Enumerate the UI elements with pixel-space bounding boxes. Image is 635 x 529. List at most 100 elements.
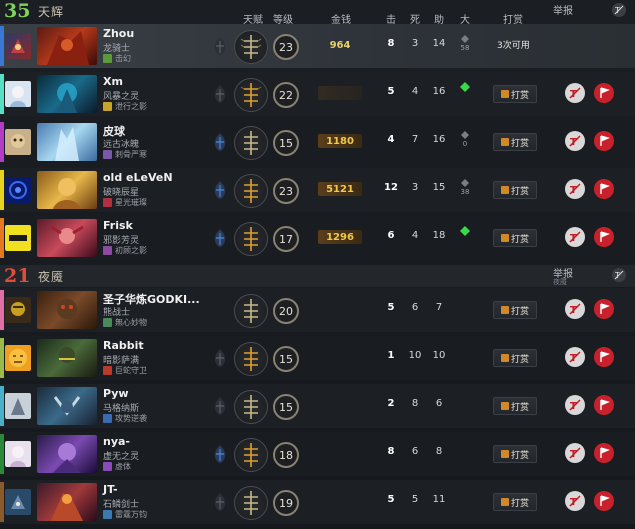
tip-button[interactable]: 打赏 (493, 181, 537, 199)
player-name: Frisk (103, 219, 133, 232)
player-row-frisk[interactable]: Frisk 邪影芳灵 初顾之影 17 1296 6 4 18 打赏 T (0, 216, 635, 260)
talent-tree-icon[interactable] (234, 174, 268, 208)
talent-sm-icon (214, 493, 226, 511)
facet: 巨蛇守卫 (103, 365, 147, 376)
avatar (5, 33, 31, 59)
tip-icon (500, 234, 509, 242)
player-color-bar (0, 434, 4, 474)
tip-button[interactable]: 打赏 (493, 301, 537, 319)
talent-tree-icon[interactable] (234, 126, 268, 160)
tip-label: 打赏 (510, 234, 529, 245)
tip-icon (500, 450, 509, 458)
kills-value: 8 (387, 446, 395, 457)
facet-name: 泄行之影 (115, 102, 147, 111)
ultimate-status (458, 226, 472, 250)
tip-button[interactable]: 打赏 (493, 397, 537, 415)
player-row-godki[interactable]: 圣子华炼GODKI... 熊战士 無心妙物 20 5 6 7 打赏 T (0, 288, 635, 332)
mute-player-button[interactable]: T (565, 83, 585, 103)
deaths-value: 3 (411, 38, 419, 49)
talent-tree-icon[interactable] (234, 486, 268, 520)
report-player-button[interactable] (594, 443, 614, 463)
player-row-pyw[interactable]: Pyw 马格纳斯 攻势逆袭 15 2 8 6 打赏 T (0, 384, 635, 428)
report-player-button[interactable] (594, 347, 614, 367)
tip-button[interactable]: 打赏 (493, 133, 537, 151)
kills-value: 5 (387, 86, 395, 97)
gold-value: 1296 (318, 230, 362, 244)
facet: 攻势逆袭 (103, 413, 147, 424)
player-color-bar (0, 26, 4, 66)
report-player-button[interactable] (594, 179, 614, 199)
mute-player-button[interactable]: T (565, 299, 585, 319)
talent-sm-icon (214, 445, 226, 463)
player-row-nya[interactable]: nya- 虚无之灵 虚体 18 8 6 8 打赏 T (0, 432, 635, 476)
mute-all-dire-icon[interactable]: T (612, 268, 626, 282)
player-row-xm[interactable]: Xm 风暴之灵 泄行之影 22 5 4 16 打赏 T (0, 72, 635, 116)
report-player-button[interactable] (594, 83, 614, 103)
talent-sm-icon (214, 181, 226, 199)
facet-name: 攻势逆袭 (115, 414, 147, 423)
tip-button[interactable]: 打赏 (493, 229, 537, 247)
scoreboard: 35 天辉 天赋 等级 金钱 击 死 助 大 打赏 举报 T Zhou 龙骑士 … (0, 0, 635, 529)
hero-portrait (37, 27, 97, 65)
ultimate-cooldown: 0 (462, 140, 468, 148)
tip-label: 打赏 (510, 90, 529, 101)
hero-portrait (37, 75, 97, 113)
facet-name: 刺骨严寒 (115, 150, 147, 159)
mute-player-button[interactable]: T (565, 395, 585, 415)
assists-value: 15 (432, 182, 446, 193)
player-row-rabbit[interactable]: Rabbit 暗影萨满 巨蛇守卫 15 1 10 10 打赏 T (0, 336, 635, 380)
ultimate-cooldown: 38 (460, 188, 470, 196)
report-header: 举报 (553, 6, 573, 17)
mute-player-button[interactable]: T (565, 227, 585, 247)
hero-portrait (37, 219, 97, 257)
tip-icon (500, 138, 509, 146)
mute-player-button[interactable]: T (565, 491, 585, 511)
facet: 刺骨严寒 (103, 149, 147, 160)
level-badge: 23 (273, 34, 299, 60)
avatar (5, 81, 31, 107)
kills-value: 8 (387, 38, 395, 49)
player-row-old-eleven[interactable]: old eLeVeN 破晓辰星 星光璀璨 23 5121 12 3 15 38 … (0, 168, 635, 212)
assists-value: 10 (432, 350, 446, 361)
tip-icon (500, 90, 509, 98)
talent-tree-icon[interactable] (234, 390, 268, 424)
report-player-button[interactable] (594, 491, 614, 511)
talent-tree-icon[interactable] (234, 342, 268, 376)
report-player-button[interactable] (594, 227, 614, 247)
tip-label: 打赏 (510, 354, 529, 365)
report-player-button[interactable] (594, 131, 614, 151)
player-row-piqiu[interactable]: 皮球 远古冰魄 刺骨严寒 15 1180 4 7 16 0 打赏 T (0, 120, 635, 164)
facet-icon (103, 414, 112, 423)
talent-tree-icon[interactable] (234, 78, 268, 112)
player-row-jt[interactable]: JT- 石鳞剑士 雷霆万钧 19 5 5 11 打赏 T (0, 480, 635, 524)
mute-player-button[interactable]: T (565, 179, 585, 199)
deaths-value: 10 (408, 350, 422, 361)
report-player-button[interactable] (594, 299, 614, 319)
talent-tree-icon[interactable] (234, 30, 268, 64)
player-name: old eLeVeN (103, 171, 173, 184)
ultimate-ready-icon (460, 82, 470, 92)
tip-icon (500, 498, 509, 506)
tip-button[interactable]: 打赏 (493, 85, 537, 103)
mute-player-button[interactable]: T (565, 443, 585, 463)
tip-button[interactable]: 打赏 (493, 445, 537, 463)
report-player-button[interactable] (594, 395, 614, 415)
tip-button[interactable]: 打赏 (493, 493, 537, 511)
talent-sm-icon (214, 229, 226, 247)
facet: 虚体 (103, 461, 131, 472)
player-color-bar (0, 290, 4, 330)
talent-tree-icon[interactable] (234, 438, 268, 472)
talent-tree-icon[interactable] (234, 222, 268, 256)
deaths-value: 8 (411, 398, 419, 409)
assists-value: 14 (432, 38, 446, 49)
tip-button[interactable]: 打赏 (493, 349, 537, 367)
ultimate-ready-icon (460, 226, 470, 236)
player-name: JT- (103, 483, 118, 496)
player-row-zhou[interactable]: Zhou 龙骑士 击幻 23 964 8 3 14 58 3次可用 (0, 24, 635, 68)
gold-value: 964 (329, 39, 351, 51)
talent-tree-icon[interactable] (234, 294, 268, 328)
mute-all-radiant-icon[interactable]: T (612, 3, 626, 17)
mute-player-button[interactable]: T (565, 347, 585, 367)
mute-player-button[interactable]: T (565, 131, 585, 151)
radiant-score: 35 (4, 0, 31, 22)
